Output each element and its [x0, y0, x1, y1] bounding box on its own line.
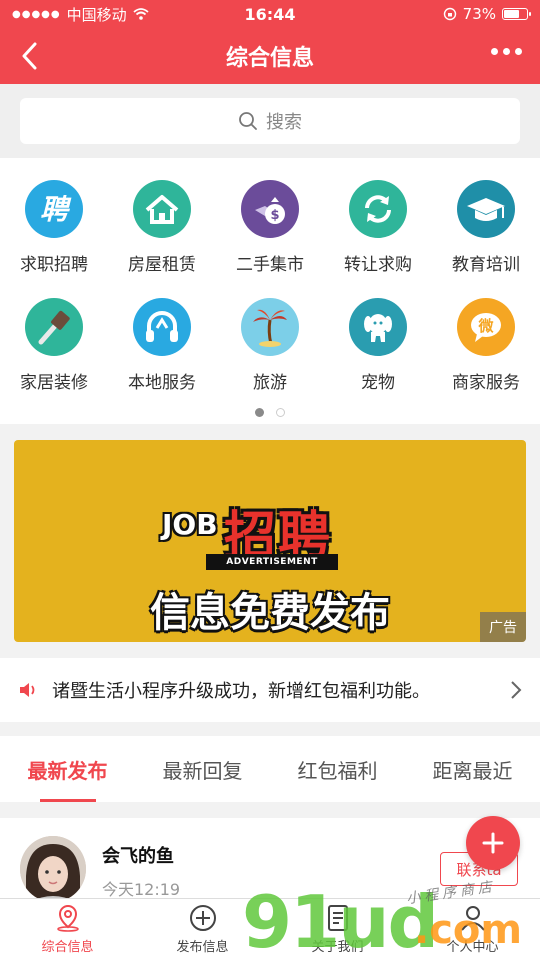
search-section: 搜索: [0, 84, 540, 158]
category-label: 求职招聘: [20, 255, 88, 275]
search-input[interactable]: 搜索: [20, 98, 520, 144]
category-house[interactable]: 房屋租赁: [108, 180, 216, 275]
status-left: ●●●●● 中国移动: [12, 4, 212, 25]
chevron-left-icon: [22, 42, 37, 70]
category-label: 商家服务: [452, 373, 520, 393]
category-pet[interactable]: 宠物: [324, 298, 432, 393]
category-row: 聘 求职招聘 房屋租赁 $ 二手集市 转让求购 教育培训: [0, 180, 540, 275]
tab-red-packet[interactable]: 红包福利: [270, 736, 405, 802]
tab-label: 最新回复: [162, 758, 243, 783]
category-grid: 聘 求职招聘 房屋租赁 $ 二手集市 转让求购 教育培训 家居装修 本地服务 旅…: [0, 158, 540, 424]
battery-fill: [504, 10, 519, 18]
page-dot[interactable]: [276, 408, 285, 417]
banner-job-text: JOB: [162, 508, 218, 541]
more-menu-button[interactable]: [491, 48, 522, 55]
nav-label: 综合信息: [41, 940, 94, 955]
back-button[interactable]: [14, 40, 44, 72]
status-right: 73%: [328, 5, 531, 23]
banner-caption: 信息免费发布: [150, 590, 390, 636]
status-time: 16:44: [244, 4, 296, 24]
add-post-button[interactable]: [466, 816, 520, 870]
notice-bar[interactable]: 诸暨生活小程序升级成功，新增红包福利功能。: [0, 658, 540, 722]
category-recruit[interactable]: 聘 求职招聘: [0, 180, 108, 275]
category-travel[interactable]: 旅游: [216, 298, 324, 393]
refresh-icon: [349, 180, 407, 238]
carrier-label: 中国移动: [66, 5, 127, 24]
page-dot-active[interactable]: [255, 408, 264, 417]
nav-item-about[interactable]: 关于我们: [270, 899, 405, 960]
svg-text:聘: 聘: [40, 193, 72, 226]
house-icon: [133, 180, 191, 238]
tab-underline: [39, 799, 96, 802]
category-label: 转让求购: [344, 255, 412, 275]
avatar[interactable]: [20, 836, 86, 902]
tab-label: 距离最近: [432, 758, 513, 783]
page-indicator: [0, 408, 540, 417]
svg-text:微: 微: [477, 317, 494, 335]
graduation-cap-icon: [457, 180, 515, 238]
wechat-shop-icon: 微: [457, 298, 515, 356]
nav-item-profile[interactable]: 个人中心: [405, 899, 540, 960]
nav-bar: 综合信息: [0, 28, 540, 84]
search-icon: [239, 112, 257, 130]
tab-latest-reply[interactable]: 最新回复: [135, 736, 270, 802]
nav-label: 发布信息: [176, 940, 229, 955]
plus-circle-icon: [189, 905, 216, 931]
orientation-lock-icon: [443, 7, 456, 21]
tab-latest[interactable]: 最新发布: [0, 736, 135, 802]
page-title: 综合信息: [225, 46, 314, 71]
post-time: 今天12:19: [102, 880, 181, 899]
brush-icon: [25, 298, 83, 356]
search-placeholder: 搜索: [266, 112, 302, 133]
tab-label: 最新发布: [27, 758, 108, 783]
more-dot-icon: [491, 48, 498, 55]
banner-sub-label: ADVERTISEMENT: [206, 554, 338, 570]
category-row: 家居装修 本地服务 旅游 宠物 微 商家服务: [0, 298, 540, 393]
signal-icon: ●●●●●: [12, 8, 61, 20]
category-transfer[interactable]: 转让求购: [324, 180, 432, 275]
nav-label: 关于我们: [311, 940, 364, 955]
more-dot-icon: [515, 48, 522, 55]
category-label: 家居装修: [20, 373, 88, 393]
battery-percent: 73%: [462, 5, 496, 23]
ad-badge: 广告: [480, 612, 526, 642]
category-label: 宠物: [361, 373, 395, 393]
nav-item-publish[interactable]: 发布信息: [135, 899, 270, 960]
svg-text:$: $: [270, 208, 279, 223]
palm-tree-icon: [241, 298, 299, 356]
speaker-icon: [20, 683, 35, 697]
category-education[interactable]: 教育培训: [432, 180, 540, 275]
category-label: 房屋租赁: [128, 255, 196, 275]
feed-tabs: 最新发布 最新回复 红包福利 距离最近: [0, 736, 540, 802]
tab-nearest[interactable]: 距离最近: [405, 736, 540, 802]
category-local-service[interactable]: 本地服务: [108, 298, 216, 393]
category-decoration[interactable]: 家居装修: [0, 298, 108, 393]
category-label: 本地服务: [128, 373, 196, 393]
location-pin-icon: [56, 904, 79, 932]
category-secondhand[interactable]: $ 二手集市: [216, 180, 324, 275]
battery-icon: [502, 8, 531, 20]
tab-label: 红包福利: [297, 758, 378, 783]
headset-icon: [133, 298, 191, 356]
chevron-right-icon: [511, 681, 522, 699]
category-label: 旅游: [253, 373, 287, 393]
category-merchant[interactable]: 微 商家服务: [432, 298, 540, 393]
wifi-icon: [133, 8, 149, 20]
nav-label: 个人中心: [446, 940, 499, 955]
notice-text: 诸暨生活小程序升级成功，新增红包福利功能。: [52, 681, 430, 702]
dog-icon: [349, 298, 407, 356]
bottom-nav: 综合信息 发布信息 关于我们 个人中心: [0, 898, 540, 960]
document-icon: [327, 905, 348, 931]
recruit-icon: 聘: [25, 180, 83, 238]
category-label: 教育培训: [452, 255, 520, 275]
money-bag-icon: $: [241, 180, 299, 238]
post-author: 会飞的鱼: [102, 846, 174, 867]
category-label: 二手集市: [236, 255, 304, 275]
plus-icon: [482, 832, 504, 854]
ad-banner[interactable]: JOB 招聘 ADVERTISEMENT 信息免费发布 广告: [14, 440, 526, 642]
nav-item-home[interactable]: 综合信息: [0, 899, 135, 960]
status-bar: ●●●●● 中国移动 16:44 73%: [0, 0, 540, 28]
more-dot-icon: [503, 48, 510, 55]
user-icon: [460, 906, 485, 931]
